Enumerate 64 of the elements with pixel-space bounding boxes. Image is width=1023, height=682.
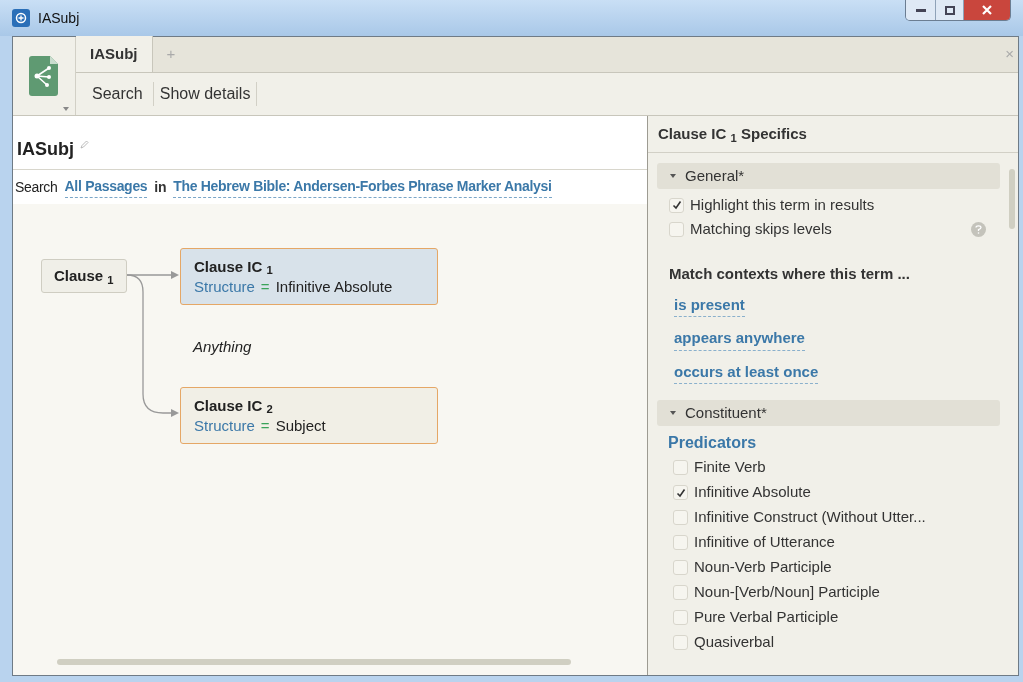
caret-icon <box>669 409 677 417</box>
checkbox[interactable] <box>669 197 684 213</box>
minimize-button[interactable] <box>906 0 936 20</box>
joiner-label: in <box>154 177 167 197</box>
option-label: Infinitive Construct (Without Utter... <box>694 507 926 528</box>
operator: = <box>260 415 270 436</box>
option-label: Infinitive of Utterance <box>694 532 835 553</box>
context-dropdown[interactable]: occurs at least once <box>674 360 819 384</box>
document-title: IASubj <box>17 138 74 161</box>
option-label: Noun-[Verb/Noun] Participle <box>694 582 880 603</box>
help-icon[interactable] <box>971 221 986 237</box>
operator: = <box>260 276 270 297</box>
node-title: Clause IC $_{2}$ <box>194 395 274 416</box>
checkbox[interactable] <box>669 221 684 237</box>
option-label: Quasiverbal <box>694 632 775 653</box>
section-header[interactable]: General* <box>657 163 1000 189</box>
checkbox[interactable] <box>673 635 688 650</box>
pencil-icon[interactable] <box>80 140 89 149</box>
option-label: Matching skips levels <box>690 218 832 239</box>
maximize-button[interactable] <box>936 0 964 20</box>
vertical-scrollbar[interactable] <box>1009 169 1015 229</box>
toolbar-button[interactable]: Show details <box>152 82 258 106</box>
checkbox[interactable] <box>673 610 688 625</box>
option-label: Noun-Verb Participle <box>694 557 832 578</box>
checkbox[interactable] <box>673 460 688 475</box>
clause-ic-node[interactable]: Clause IC $_{2}$ Structure = Subject <box>180 387 438 444</box>
field-name: Structure <box>194 276 255 297</box>
clause-ic-node[interactable]: Clause IC $_{1}$ Structure = Infinitive Absolute <box>180 248 438 305</box>
panel-title: Clause IC $_{1}$ Specifics <box>658 123 807 146</box>
checkbox[interactable] <box>673 485 688 500</box>
caret-icon <box>669 172 677 180</box>
check-icon <box>671 200 682 210</box>
match-heading: Match contexts where this term ... <box>669 264 911 284</box>
caret-icon <box>63 107 69 111</box>
checkbox[interactable] <box>673 535 688 550</box>
close-button[interactable] <box>964 0 1010 20</box>
group-heading: Predicators <box>668 433 758 453</box>
search-label: Search <box>15 177 58 197</box>
option-label: Pure Verbal Participle <box>694 607 839 628</box>
option-label: Finite Verb <box>694 457 766 478</box>
context-dropdown[interactable]: is present <box>674 293 745 317</box>
node-title: Clause IC $_{1}$ <box>194 256 274 277</box>
checkbox[interactable] <box>673 585 688 600</box>
checkbox[interactable] <box>673 560 688 575</box>
source-dropdown[interactable]: The Hebrew Bible: Andersen-Forbes Phrase Marker Analysi <box>173 176 552 198</box>
tab[interactable]: IASubj <box>76 36 153 72</box>
option-label: Highlight this term in results <box>690 194 875 215</box>
field-value: Subject <box>275 415 326 436</box>
field-value: Infinitive Absolute <box>275 276 393 297</box>
close-icon <box>981 5 993 15</box>
option-label: Infinitive Absolute <box>694 482 811 503</box>
check-icon <box>675 487 686 498</box>
diagram-document-icon <box>29 56 59 96</box>
toolbar-button[interactable]: Search <box>86 82 149 106</box>
window-title: IASubj <box>38 8 80 28</box>
section-header[interactable]: Constituent* <box>657 400 1000 426</box>
range-dropdown[interactable]: All Passages <box>64 176 148 198</box>
checkbox[interactable] <box>673 510 688 525</box>
app-icon <box>12 9 30 27</box>
context-dropdown[interactable]: appears anywhere <box>674 327 805 351</box>
anything-label: Anything <box>193 337 252 357</box>
horizontal-scrollbar[interactable] <box>57 659 571 665</box>
field-name: Structure <box>194 415 255 436</box>
clause-node[interactable]: Clause $_{1}$ <box>41 259 127 293</box>
